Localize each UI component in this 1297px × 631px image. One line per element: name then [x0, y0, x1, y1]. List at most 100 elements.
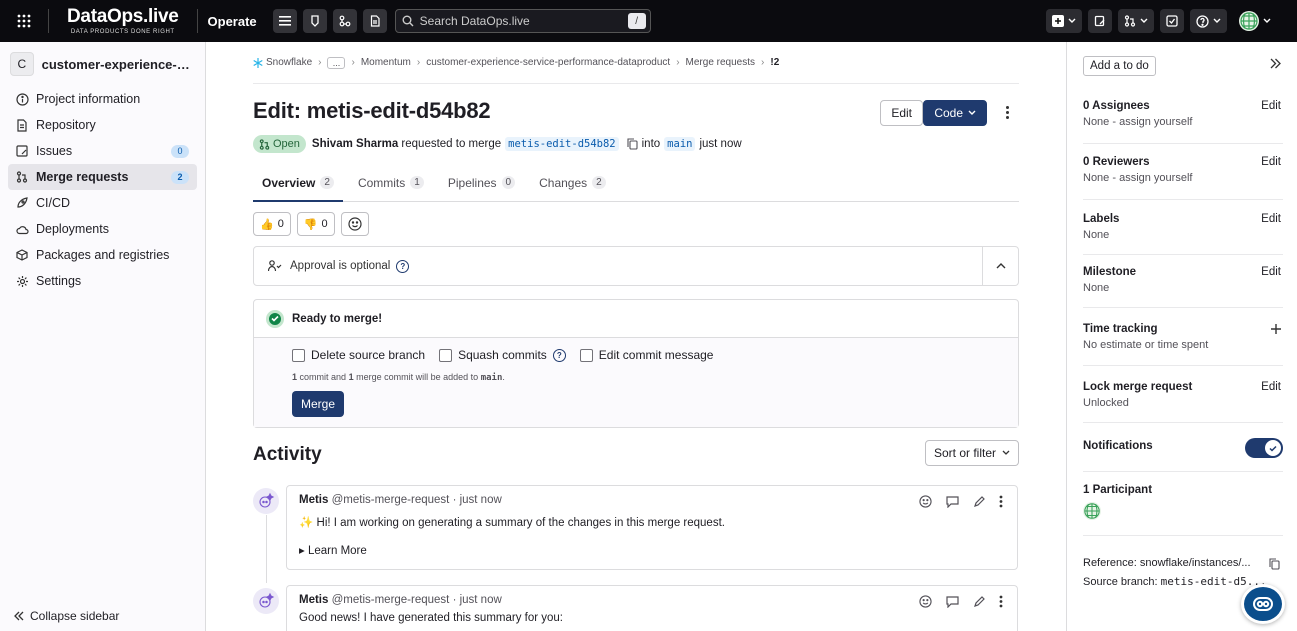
breadcrumb-project[interactable]: customer-experience-service-performance-…: [426, 57, 670, 68]
sidebar-item-cicd[interactable]: CI/CD: [8, 190, 197, 216]
squash-commits-checkbox[interactable]: Squash commits?: [439, 348, 566, 362]
copy-icon[interactable]: [627, 138, 638, 150]
smiley-icon[interactable]: [919, 495, 932, 508]
document-icon[interactable]: [362, 9, 387, 33]
brand-logo[interactable]: DataOps.live DATA PRODUCTS DONE RIGHT: [49, 7, 197, 35]
shield-icon[interactable]: [302, 9, 327, 33]
sidebar-item-settings[interactable]: Settings: [8, 268, 197, 294]
issues-shortcut-button[interactable]: [1088, 9, 1112, 33]
pencil-icon[interactable]: [973, 495, 985, 508]
user-menu-button[interactable]: [1233, 9, 1277, 33]
metis-avatar[interactable]: [253, 588, 279, 614]
main-content: Snowflake › ... › Momentum › customer-ex…: [253, 42, 1019, 478]
code-dropdown-button[interactable]: Code: [923, 100, 987, 126]
edit-button[interactable]: Edit: [880, 100, 923, 126]
merge-request-icon: [259, 138, 270, 150]
chat-assistant-button[interactable]: [1241, 584, 1285, 624]
tab-overview[interactable]: Overview 2: [253, 164, 343, 202]
breadcrumb-more-button[interactable]: ...: [327, 56, 346, 69]
metis-avatar[interactable]: [253, 488, 279, 514]
pencil-icon[interactable]: [973, 595, 985, 608]
delete-source-branch-checkbox[interactable]: Delete source branch: [292, 348, 425, 362]
tab-commits[interactable]: Commits 1: [349, 164, 433, 201]
help-button[interactable]: [1190, 9, 1227, 33]
sort-filter-dropdown[interactable]: Sort or filter: [924, 440, 1019, 466]
breadcrumb: Snowflake › ... › Momentum › customer-ex…: [253, 42, 1019, 84]
search-icon: [402, 15, 414, 27]
target-branch[interactable]: main: [664, 137, 696, 151]
note-author[interactable]: Metis: [299, 594, 328, 606]
sidebar-item-deployments[interactable]: Deployments: [8, 216, 197, 242]
mr-author[interactable]: Shivam Sharma: [312, 138, 398, 150]
smiley-icon[interactable]: [919, 595, 932, 608]
sidebar-item-repository[interactable]: Repository: [8, 112, 197, 138]
add-reaction-button[interactable]: [340, 212, 369, 236]
double-chevron-right-icon[interactable]: [1270, 58, 1281, 69]
edit-milestone-button[interactable]: Edit: [1261, 266, 1281, 278]
note-author[interactable]: Metis: [299, 494, 328, 506]
todo-shortcut-button[interactable]: [1160, 9, 1184, 33]
edit-commit-message-checkbox[interactable]: Edit commit message: [579, 348, 713, 362]
copy-icon[interactable]: [1269, 558, 1280, 570]
sidebar-item-label: Deployments: [36, 222, 109, 236]
add-todo-button[interactable]: Add a to do: [1083, 56, 1156, 76]
source-branch[interactable]: metis-edit-d54b82: [505, 137, 619, 151]
create-new-button[interactable]: [1046, 9, 1082, 33]
chevron-up-icon[interactable]: [982, 247, 1018, 285]
apps-grid-icon[interactable]: [0, 0, 48, 42]
merge-button[interactable]: Merge: [292, 391, 344, 417]
time-tracking-section: Time tracking No estimate or time spent: [1083, 323, 1283, 366]
timeline-line: [266, 515, 267, 583]
sidebar-item-label: Project information: [36, 92, 141, 106]
note-handle[interactable]: @metis-merge-request · just now: [332, 594, 502, 606]
reply-icon[interactable]: [946, 595, 959, 608]
thumbs-down-icon: 👎: [303, 218, 318, 231]
sidebar-item-packages[interactable]: Packages and registries: [8, 242, 197, 268]
edit-reviewers-button[interactable]: Edit: [1261, 156, 1281, 168]
edit-labels-button[interactable]: Edit: [1261, 213, 1281, 225]
sidebar-item-merge-requests[interactable]: Merge requests 2: [8, 164, 197, 190]
learn-more-toggle[interactable]: ▸ Learn More: [299, 543, 1005, 557]
breadcrumb-separator: ›: [318, 57, 322, 68]
sidebar-item-project-information[interactable]: Project information: [8, 86, 197, 112]
edit-lock-button[interactable]: Edit: [1261, 381, 1281, 393]
merge-status-header: Ready to merge!: [254, 300, 1018, 338]
edit-assignees-button[interactable]: Edit: [1261, 100, 1281, 112]
sidebar-item-issues[interactable]: Issues 0: [8, 138, 197, 164]
top-right-tools: [1046, 9, 1277, 33]
activity-header: Activity Sort or filter: [253, 440, 1019, 478]
plus-icon[interactable]: [1271, 324, 1281, 334]
assign-yourself-link[interactable]: None - assign yourself: [1083, 116, 1283, 128]
more-actions-icon[interactable]: [999, 495, 1003, 508]
note-handle[interactable]: @metis-merge-request · just now: [332, 494, 502, 506]
tab-changes[interactable]: Changes 2: [530, 164, 615, 201]
help-icon[interactable]: ?: [396, 259, 410, 273]
sidebar-item-label: Packages and registries: [36, 248, 170, 262]
participant-avatar[interactable]: [1083, 502, 1101, 520]
project-header[interactable]: C customer-experience-service-performanc…: [0, 42, 205, 86]
breadcrumb-momentum[interactable]: Momentum: [361, 57, 411, 68]
thumbs-up-button[interactable]: 👍 0: [253, 212, 291, 236]
assign-yourself-link[interactable]: None - assign yourself: [1083, 172, 1283, 184]
issue-edit-icon: [1094, 15, 1105, 27]
nodes-icon[interactable]: [332, 9, 357, 33]
section-title[interactable]: Operate: [198, 14, 267, 29]
gear-icon: [16, 275, 32, 288]
help-icon[interactable]: ?: [552, 348, 566, 362]
breadcrumb-merge-requests[interactable]: Merge requests: [686, 57, 755, 68]
menu-icon[interactable]: [272, 9, 297, 33]
more-actions-icon[interactable]: [1001, 102, 1013, 122]
tab-pipelines[interactable]: Pipelines 0: [439, 164, 524, 201]
notifications-toggle[interactable]: [1245, 438, 1283, 458]
collapse-sidebar-button[interactable]: Collapse sidebar: [14, 609, 119, 623]
breadcrumb-snowflake[interactable]: Snowflake: [253, 57, 312, 68]
search-bar[interactable]: Search DataOps.live /: [394, 9, 651, 33]
avatar: [1239, 11, 1259, 31]
thumbs-down-button[interactable]: 👎 0: [296, 212, 335, 236]
mr-tabs: Overview 2 Commits 1 Pipelines 0 Changes 2: [253, 164, 1019, 202]
reply-icon[interactable]: [946, 495, 959, 508]
more-actions-icon[interactable]: [999, 595, 1003, 608]
smiley-icon: [348, 217, 362, 231]
breadcrumb-current[interactable]: !2: [770, 57, 779, 68]
merge-requests-shortcut-button[interactable]: [1118, 9, 1154, 33]
